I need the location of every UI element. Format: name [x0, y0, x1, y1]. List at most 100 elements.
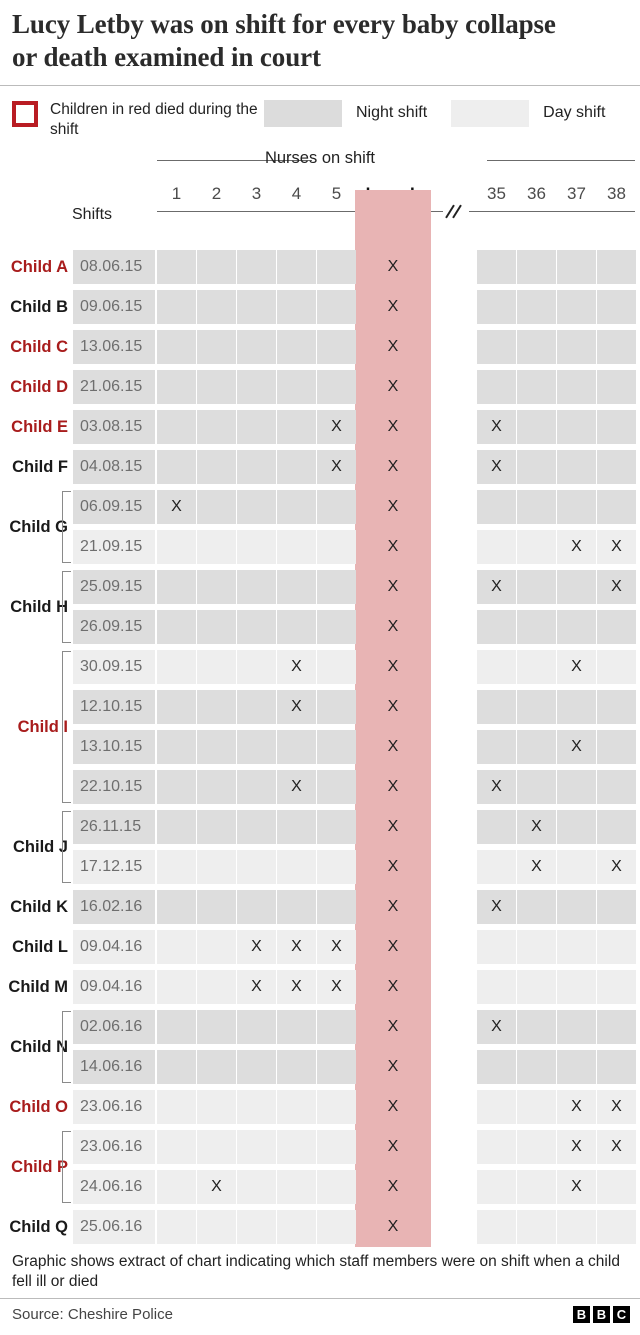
nurse-shift-cell-4 [277, 450, 316, 484]
child-label-child-k: Child K [10, 898, 68, 916]
nurses-on-shift-band: Nurses on shift [0, 144, 640, 178]
nurse-shift-cell-2 [197, 1090, 236, 1124]
nurse-shift-cell-37 [557, 610, 596, 644]
nurse-shift-cell-3 [237, 570, 276, 604]
nurse-shift-cell-37 [557, 450, 596, 484]
nurse-shift-cell-3 [237, 730, 276, 764]
on-shift-mark: X [491, 778, 502, 795]
nurse-shift-cell-38 [597, 250, 636, 284]
nurse-shift-cell-5 [317, 730, 356, 764]
night-shift-swatch [264, 99, 342, 127]
shift-date-cell: 30.09.15 [73, 650, 155, 684]
nurse-shift-cell-36 [517, 530, 556, 564]
nurse-shift-cell-4 [277, 570, 316, 604]
lucy-shift-cell: X [355, 247, 431, 287]
table-row: 22.10.15 X X X [0, 767, 640, 807]
nurse-shift-cell-35 [477, 1210, 516, 1244]
nurse-shift-cell-35 [477, 1090, 516, 1124]
nurse-shift-cell-36 [517, 250, 556, 284]
nurse-shift-cell-37 [557, 690, 596, 724]
table-row: Child C 13.06.15 X [0, 327, 640, 367]
child-label-child-o: Child O [9, 1098, 68, 1116]
source-label: Source: Cheshire Police [12, 1306, 173, 1323]
lucy-shift-cell: X [355, 767, 431, 807]
nurse-shift-cell-35 [477, 650, 516, 684]
nurse-shift-cell-2 [197, 730, 236, 764]
shift-date-cell: 13.06.15 [73, 330, 155, 364]
nurse-shift-cell-2 [197, 890, 236, 924]
table-row: 26.09.15 X [0, 607, 640, 647]
shift-date-cell: 26.09.15 [73, 610, 155, 644]
night-shift-label: Night shift [356, 104, 428, 122]
day-shift-swatch [451, 99, 530, 127]
nurse-shift-cell-2 [197, 690, 236, 724]
table-row: Child O 23.06.16 X X X [0, 1087, 640, 1127]
nurse-shift-cell-3 [237, 1170, 276, 1204]
nurse-shift-cell-38 [597, 370, 636, 404]
nurse-shift-cell-35: X [477, 570, 516, 604]
child-label-child-d: Child D [10, 378, 68, 396]
nurse-shift-cell-1 [157, 1050, 196, 1084]
on-shift-mark: X [611, 858, 622, 875]
nurse-shift-cell-37: X [557, 730, 596, 764]
nurse-shift-cell-35 [477, 730, 516, 764]
nurse-shift-cell-5: X [317, 450, 356, 484]
nurse-shift-cell-1 [157, 930, 196, 964]
table-row: Child E 03.08.15 X X X [0, 407, 640, 447]
nurse-shift-cell-36 [517, 610, 556, 644]
table-row: Child M 09.04.16 X X X X [0, 967, 640, 1007]
nurse-shift-cell-4: X [277, 930, 316, 964]
nurse-shift-cell-1 [157, 810, 196, 844]
nurse-shift-cell-2 [197, 490, 236, 524]
on-shift-mark: X [387, 658, 399, 675]
nurse-shift-cell-35 [477, 970, 516, 1004]
nurse-shift-cell-5: X [317, 410, 356, 444]
table-row: Child F 04.08.15 X X X [0, 447, 640, 487]
lucy-shift-cell: X [355, 967, 431, 1007]
on-shift-mark: X [611, 1138, 622, 1155]
nurse-shift-cell-3 [237, 370, 276, 404]
nurse-shift-cell-4 [277, 370, 316, 404]
nurse-shift-cell-4: X [277, 770, 316, 804]
shift-date-cell: 02.06.16 [73, 1010, 155, 1044]
nurse-shift-cell-5 [317, 330, 356, 364]
table-row: Child L 09.04.16 X X X X [0, 927, 640, 967]
table-row: 24.06.16 X X X [0, 1167, 640, 1207]
nurse-shift-cell-2 [197, 250, 236, 284]
on-shift-mark: X [387, 778, 399, 795]
nurse-shift-cell-1 [157, 1170, 196, 1204]
nurse-shift-cell-35 [477, 490, 516, 524]
shifts-column-label: Shifts [72, 205, 113, 223]
column-header-35: 35 [487, 183, 506, 203]
nurse-shift-cell-36 [517, 1010, 556, 1044]
child-label-child-a: Child A [10, 258, 68, 276]
nurse-shift-cell-35: X [477, 770, 516, 804]
infographic-root: Lucy Letby was on shift for every baby c… [0, 0, 640, 1335]
on-shift-mark: X [387, 1058, 399, 1075]
shift-date-cell: 03.08.15 [73, 410, 155, 444]
lucy-shift-cell: X [355, 1087, 431, 1127]
nurse-shift-cell-37 [557, 890, 596, 924]
nurse-shift-cell-1: X [157, 490, 196, 524]
lucy-shift-cell: X [355, 607, 431, 647]
nurse-shift-cell-37: X [557, 1130, 596, 1164]
shift-date-cell: 08.06.15 [73, 250, 155, 284]
nurse-shift-cell-4 [277, 1210, 316, 1244]
column-header-36: 36 [527, 183, 546, 203]
nurse-shift-cell-3 [237, 530, 276, 564]
table-row: 13.10.15 X X [0, 727, 640, 767]
nurse-shift-cell-3 [237, 450, 276, 484]
nurse-shift-cell-38 [597, 610, 636, 644]
table-row: Child J 26.11.15 X X [0, 807, 640, 856]
on-shift-mark: X [291, 698, 302, 715]
nurse-shift-cell-4: X [277, 970, 316, 1004]
nurse-shift-cell-5 [317, 1050, 356, 1084]
nurse-shift-cell-5 [317, 1210, 356, 1244]
nurse-shift-cell-36 [517, 370, 556, 404]
shift-date-cell: 13.10.15 [73, 730, 155, 764]
page-title: Lucy Letby was on shift for every baby c… [12, 9, 556, 73]
on-shift-mark: X [387, 818, 399, 835]
nurse-shift-cell-3 [237, 290, 276, 324]
on-shift-mark: X [387, 1178, 399, 1195]
nurse-shift-cell-38: X [597, 1130, 636, 1164]
